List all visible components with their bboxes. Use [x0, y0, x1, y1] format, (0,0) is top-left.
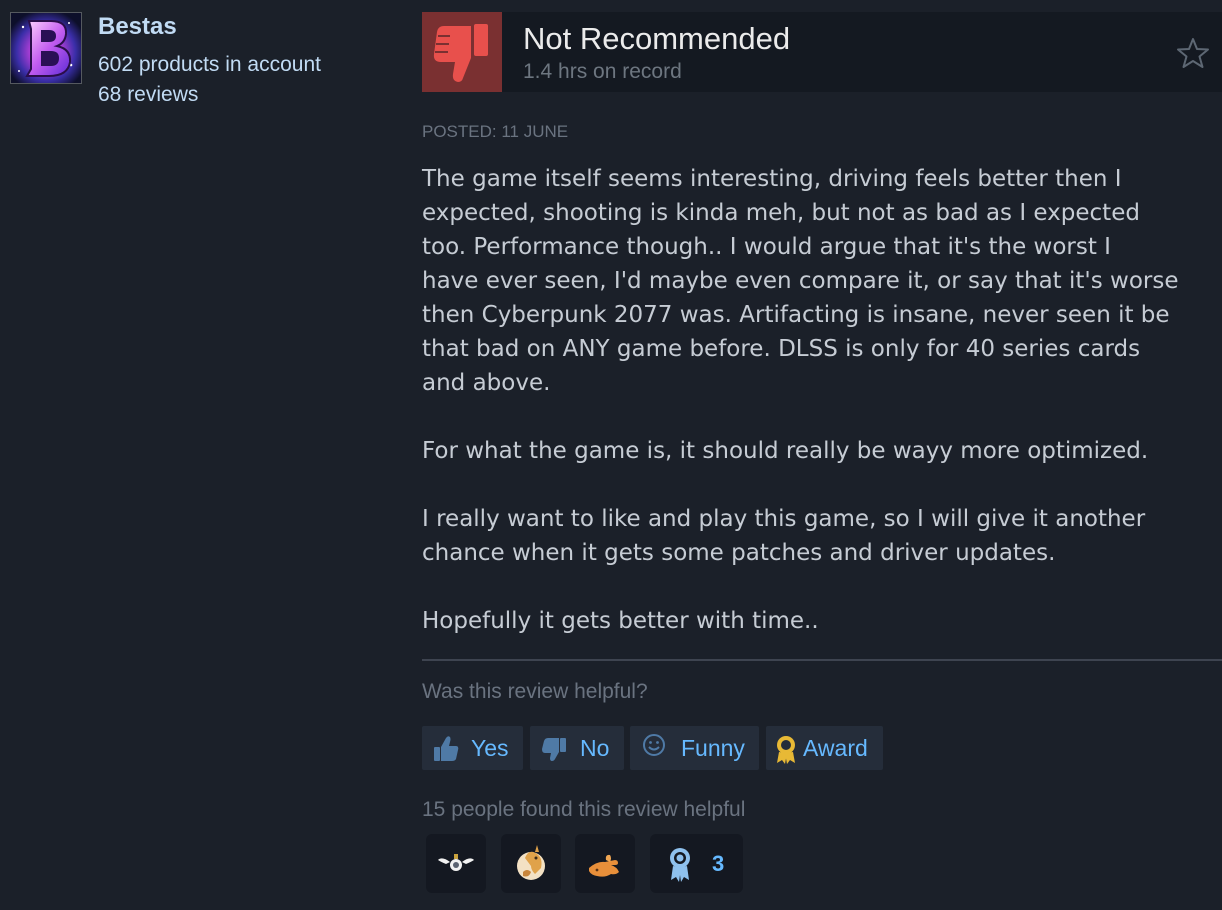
review-text: The game itself seems interesting, drivi…	[422, 162, 1217, 672]
author-reviews-count[interactable]: 68 reviews	[98, 83, 198, 107]
thumbs-down-icon	[542, 738, 566, 761]
playtime-hours: 1.4 hrs on record	[523, 60, 682, 83]
pointing-hand-award-icon	[589, 854, 619, 877]
vote-funny-label: Funny	[681, 735, 745, 761]
author-name[interactable]: Bestas	[98, 13, 177, 41]
review-verdict: Not Recommended	[523, 21, 791, 56]
review-line: The game itself seems interesting, drivi…	[422, 166, 1122, 192]
review-paragraph: I really want to like and play this game…	[422, 502, 1217, 570]
review-header[interactable]: Not Recommended 1.4 hrs on record	[422, 12, 1222, 92]
thumbs-down-icon	[433, 24, 488, 82]
award-pointing-hand[interactable]	[575, 834, 635, 893]
vote-yes-button[interactable]: Yes	[422, 726, 523, 770]
author-avatar[interactable]	[10, 12, 82, 84]
vote-no-button[interactable]: No	[530, 726, 624, 770]
star-outline-icon[interactable]	[1176, 36, 1210, 70]
vote-yes-label: Yes	[471, 735, 509, 761]
review-line: then Cyberpunk 2077 was. Artifacting is …	[422, 302, 1170, 328]
award-label: Award	[803, 735, 868, 761]
divider	[422, 659, 1222, 661]
review-paragraph: Hopefully it gets better with time..	[422, 604, 1217, 638]
review-line: For what the game is, it should really b…	[422, 438, 1149, 464]
award-ribbon[interactable]: 3	[650, 834, 743, 893]
review-line: too. Performance though.. I would argue …	[422, 234, 1111, 260]
helpful-question: Was this review helpful?	[422, 680, 648, 703]
review-line: have ever seen, I'd maybe even compare i…	[422, 268, 1179, 294]
review-line: chance when it gets some patches and dri…	[422, 540, 1056, 566]
award-button[interactable]: Award	[766, 726, 883, 770]
award-winged-coin[interactable]	[426, 834, 486, 893]
review-line: expected, shooting is kinda meh, but not…	[422, 200, 1140, 226]
posted-date: POSTED: 11 JUNE	[422, 122, 569, 141]
vote-funny-button[interactable]: Funny	[630, 726, 759, 770]
letter-b-nebula-avatar-icon	[11, 13, 81, 83]
review-line: I really want to like and play this game…	[422, 506, 1146, 532]
helpful-count: 15 people found this review helpful	[422, 798, 746, 821]
verdict-badge	[422, 12, 502, 92]
review-line: Hopefully it gets better with time..	[422, 608, 819, 634]
author-products-count[interactable]: 602 products in account	[98, 53, 321, 77]
thumbs-up-icon	[434, 736, 459, 761]
award-count: 3	[712, 851, 725, 876]
ribbon-award-icon	[670, 848, 690, 882]
smiley-face-icon	[643, 734, 665, 756]
review-paragraph: For what the game is, it should really b…	[422, 434, 1217, 468]
winged-coin-award-icon	[438, 854, 474, 871]
award-llama[interactable]	[501, 834, 561, 893]
review-line: that bad on ANY game before. DLSS is onl…	[422, 336, 1141, 362]
review-line: and above.	[422, 370, 551, 396]
review-paragraph: The game itself seems interesting, drivi…	[422, 162, 1217, 400]
llama-award-icon	[517, 845, 545, 880]
vote-no-label: No	[580, 735, 610, 761]
